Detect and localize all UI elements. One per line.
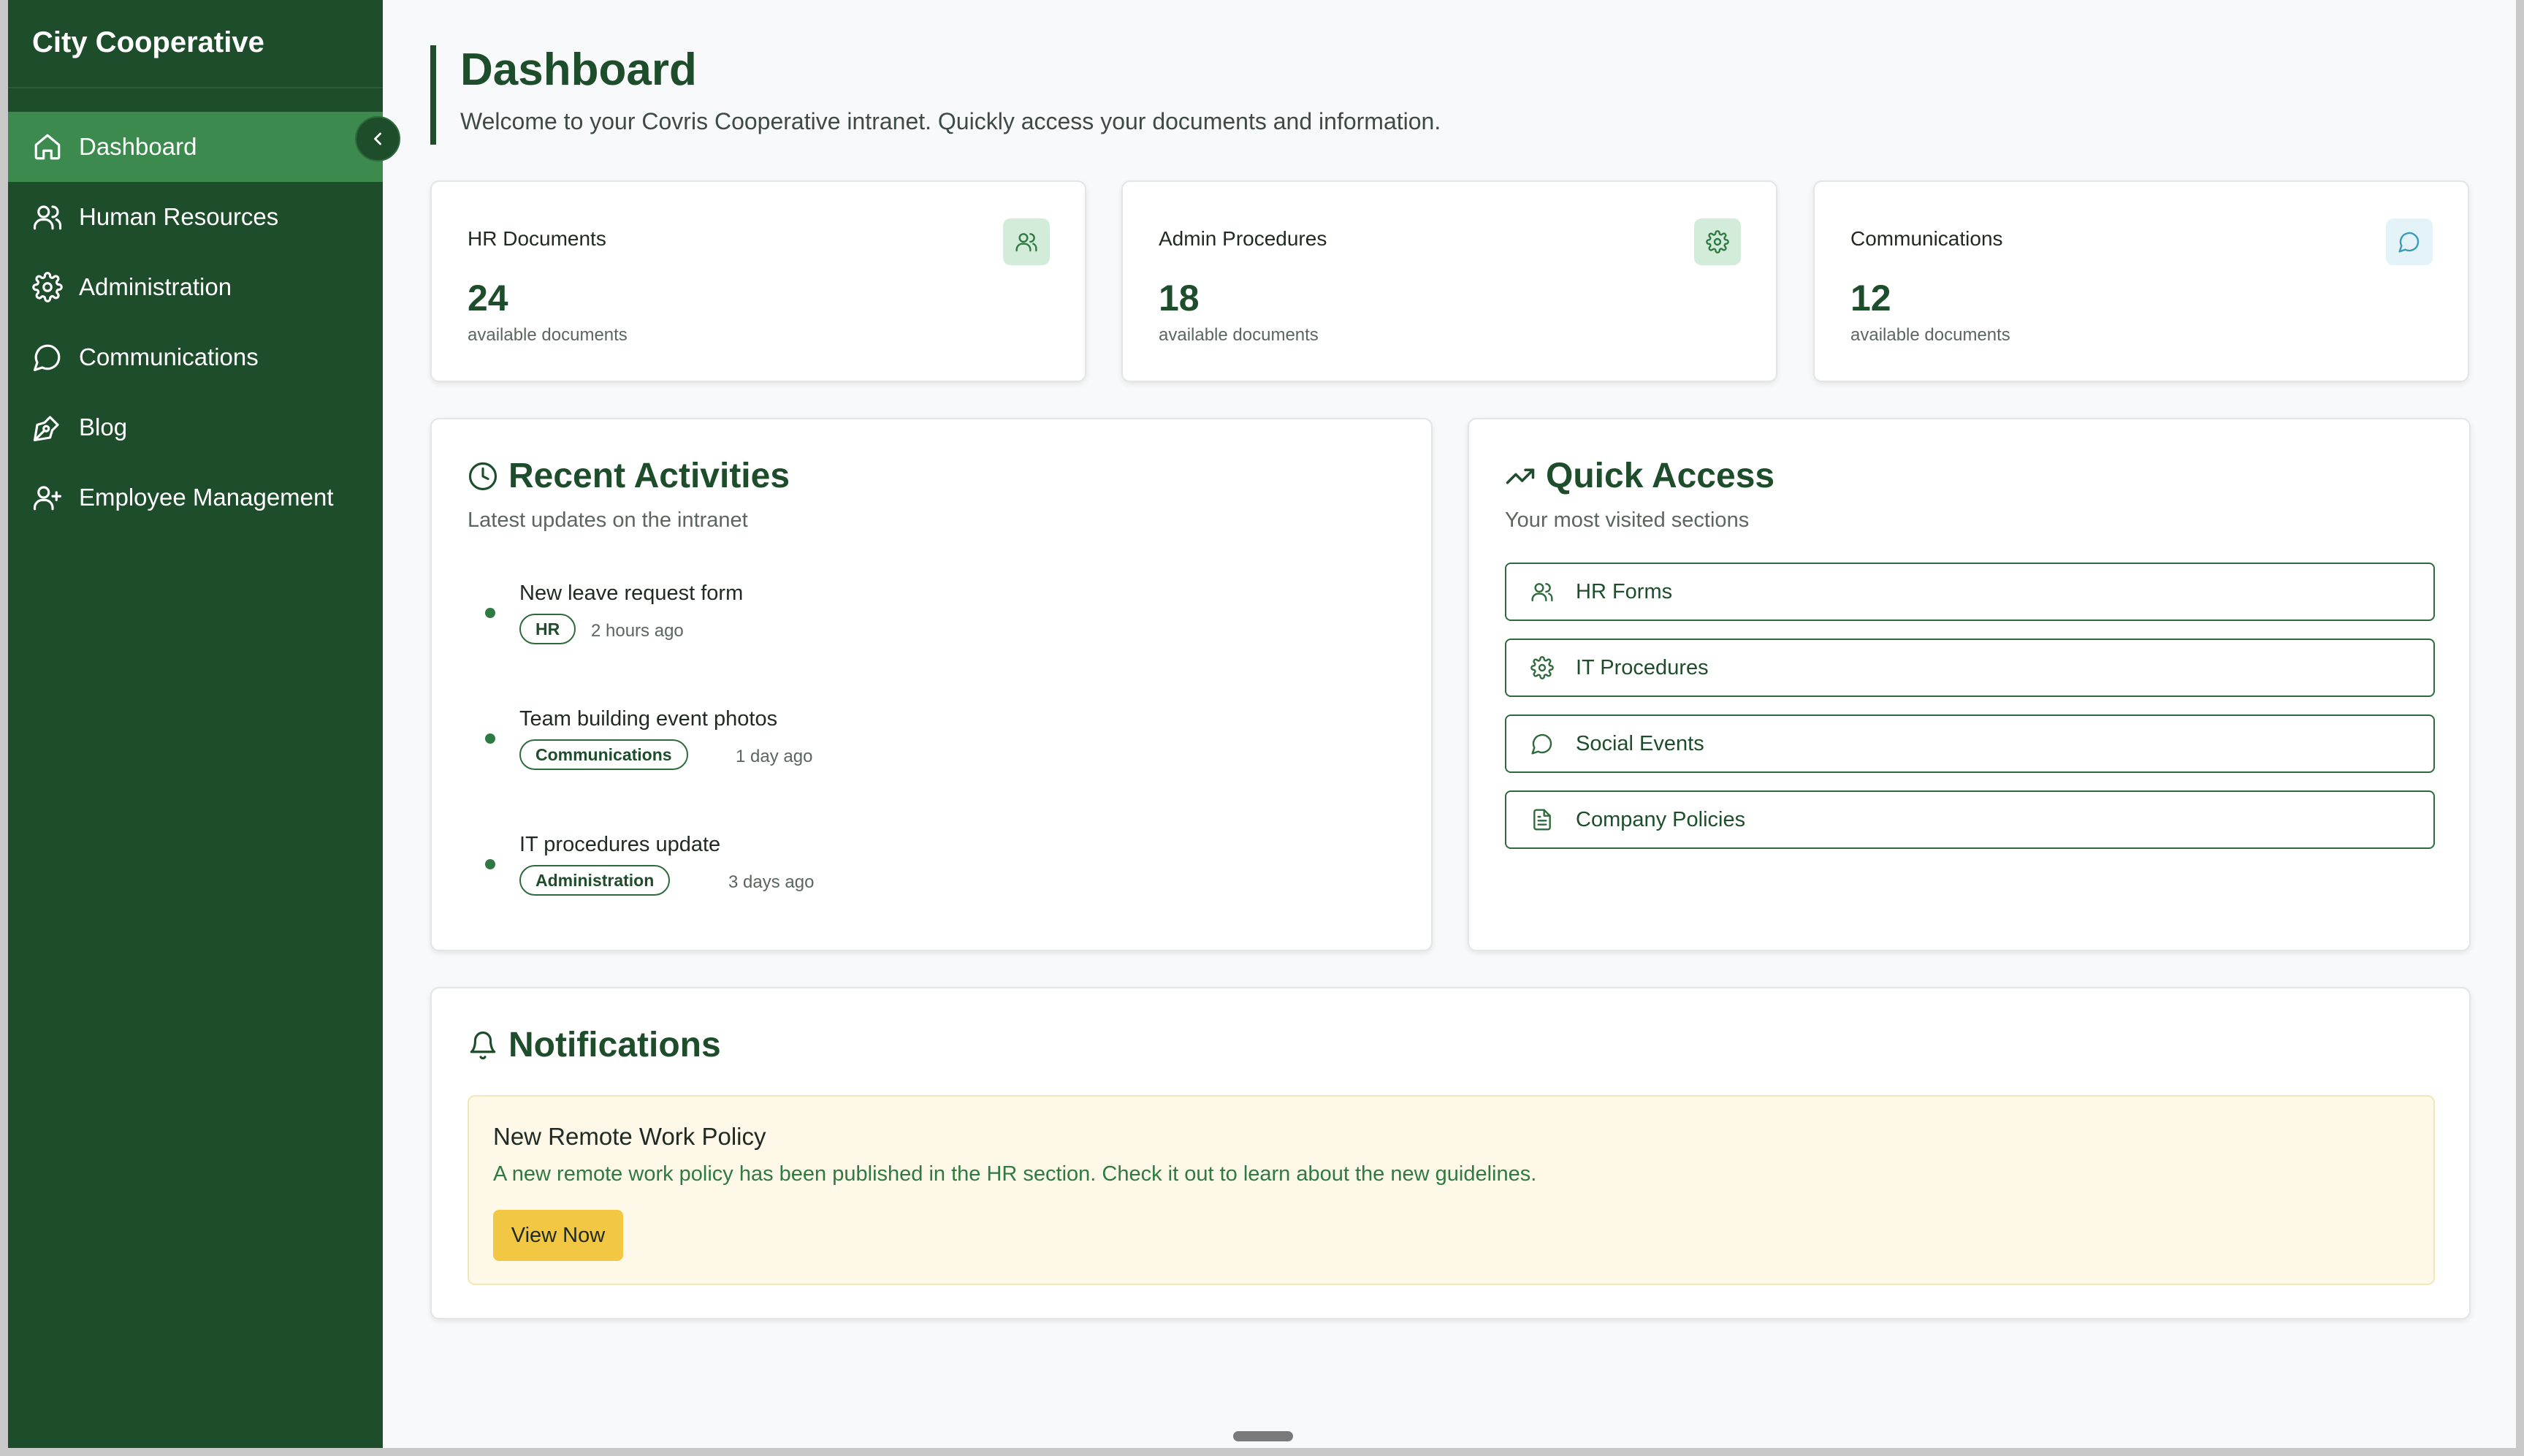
sidebar-item-label: Dashboard xyxy=(79,133,197,160)
recent-activities-subtitle: Latest updates on the intranet xyxy=(468,508,748,532)
sidebar: City Cooperative Dashboard Human Resourc… xyxy=(8,0,383,1448)
view-now-button[interactable]: View Now xyxy=(493,1210,623,1261)
page-header: Dashboard Welcome to your Covris Coopera… xyxy=(430,45,1441,145)
clock-icon xyxy=(468,462,497,490)
stat-label: Admin Procedures xyxy=(1159,227,1327,250)
activity-tag: Administration xyxy=(519,865,671,896)
gear-icon xyxy=(32,272,63,302)
pen-icon xyxy=(33,416,59,442)
stat-caption: available documents xyxy=(1159,325,1319,345)
panel-title-text: Quick Access xyxy=(1546,457,1775,495)
sidebar-item-label: Employee Management xyxy=(79,484,334,511)
page-title: Dashboard xyxy=(460,45,697,95)
recent-activities-title: Recent Activities xyxy=(468,456,790,496)
activity-title: New leave request form xyxy=(519,582,744,605)
quick-access-company-policies-button[interactable]: Company Policies xyxy=(1505,790,2435,849)
sidebar-item-blog[interactable]: Blog xyxy=(8,392,383,462)
recent-activities-panel: Recent Activities Latest updates on the … xyxy=(430,418,1433,951)
quick-access-label: HR Forms xyxy=(1576,579,1673,603)
chat-icon xyxy=(33,344,61,372)
chat-icon xyxy=(1531,733,1552,755)
sidebar-item-label: Communications xyxy=(79,343,259,370)
trending-up-icon xyxy=(1506,468,1535,484)
notification-title: New Remote Work Policy xyxy=(493,1123,766,1150)
sidebar-nav: Dashboard Human Resources Administration… xyxy=(8,112,383,533)
stat-label: HR Documents xyxy=(468,227,606,250)
bullet-dot xyxy=(485,608,495,618)
bell-icon xyxy=(470,1031,496,1059)
users-icon xyxy=(1015,233,1037,252)
quick-access-label: Social Events xyxy=(1576,731,1704,755)
sidebar-item-human-resources[interactable]: Human Resources xyxy=(8,182,383,252)
app-window: City Cooperative Dashboard Human Resourc… xyxy=(8,0,2516,1448)
user-plus-icon xyxy=(33,486,62,511)
home-icon xyxy=(34,134,61,160)
stat-caption: available documents xyxy=(468,325,628,345)
notifications-panel: Notifications New Remote Work Policy A n… xyxy=(430,987,2471,1319)
sidebar-item-employee-management[interactable]: Employee Management xyxy=(8,462,383,533)
quick-access-subtitle: Your most visited sections xyxy=(1505,508,1750,532)
document-icon xyxy=(1533,809,1551,831)
quick-access-social-events-button[interactable]: Social Events xyxy=(1505,714,2435,773)
sidebar-item-label: Human Resources xyxy=(79,203,279,230)
gear-icon xyxy=(1530,656,1554,679)
stat-icon-badge xyxy=(1003,218,1050,265)
stat-icon-badge xyxy=(2386,218,2433,265)
quick-access-label: IT Procedures xyxy=(1576,655,1709,679)
stat-value: 18 xyxy=(1159,278,1200,319)
stat-value: 24 xyxy=(468,278,508,319)
bottom-resize-handle[interactable] xyxy=(1233,1431,1293,1441)
panel-title-text: Recent Activities xyxy=(508,457,790,495)
sidebar-item-label: Blog xyxy=(79,413,128,441)
gear-icon xyxy=(1706,230,1729,254)
activity-time: 3 days ago xyxy=(728,872,815,892)
stat-icon-badge xyxy=(1694,218,1741,265)
panel-title-text: Notifications xyxy=(508,1026,721,1064)
users-icon xyxy=(1531,583,1553,602)
quick-access-label: Company Policies xyxy=(1576,807,1746,831)
stat-caption: available documents xyxy=(1850,325,2010,345)
chevron-left-icon xyxy=(374,132,381,145)
bullet-dot xyxy=(485,859,495,869)
notifications-title: Notifications xyxy=(468,1025,721,1065)
quick-access-title: Quick Access xyxy=(1505,456,1774,496)
bullet-dot xyxy=(485,733,495,744)
activity-tag: HR xyxy=(519,614,576,644)
stat-card-hr-documents[interactable]: HR Documents 24 available documents xyxy=(430,180,1086,382)
users-icon xyxy=(33,205,62,230)
brand-title: City Cooperative xyxy=(8,0,383,88)
quick-access-it-procedures-button[interactable]: IT Procedures xyxy=(1505,639,2435,697)
quick-access-hr-forms-button[interactable]: HR Forms xyxy=(1505,563,2435,621)
stat-label: Communications xyxy=(1850,227,2003,250)
stat-card-communications[interactable]: Communications 12 available documents xyxy=(1813,180,2469,382)
main-content: Dashboard Welcome to your Covris Coopera… xyxy=(383,0,2516,1448)
page-subtitle: Welcome to your Covris Cooperative intra… xyxy=(460,108,1441,134)
sidebar-item-dashboard[interactable]: Dashboard xyxy=(8,112,383,182)
chat-icon xyxy=(2398,232,2420,253)
activity-tag: Communications xyxy=(519,739,688,770)
sidebar-collapse-button[interactable] xyxy=(355,116,400,161)
activity-title: IT procedures update xyxy=(519,833,721,856)
quick-access-panel: Quick Access Your most visited sections … xyxy=(1468,418,2471,951)
activity-time: 1 day ago xyxy=(736,747,813,766)
stat-value: 12 xyxy=(1850,278,1891,319)
notification-card: New Remote Work Policy A new remote work… xyxy=(468,1095,2435,1285)
sidebar-item-administration[interactable]: Administration xyxy=(8,252,383,322)
sidebar-item-label: Administration xyxy=(79,273,232,300)
notification-text: A new remote work policy has been publis… xyxy=(493,1162,1537,1186)
activity-time: 2 hours ago xyxy=(591,621,684,641)
stat-card-admin-procedures[interactable]: Admin Procedures 18 available documents xyxy=(1121,180,1777,382)
sidebar-item-communications[interactable]: Communications xyxy=(8,322,383,392)
activity-title: Team building event photos xyxy=(519,707,778,731)
